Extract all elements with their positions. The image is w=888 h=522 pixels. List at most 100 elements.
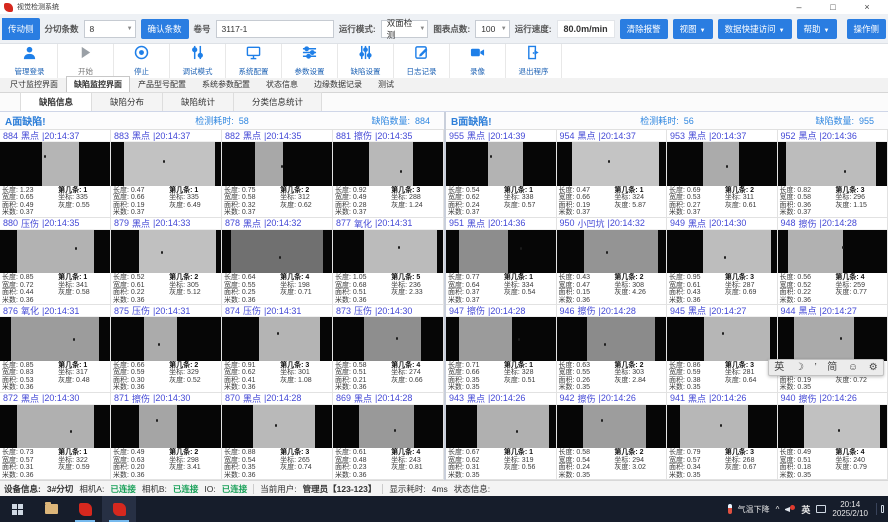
roll-number-label: 卷号 (194, 23, 211, 35)
defect-cell[interactable]: 881擦伤|20:14:35长度: 0.92宽度: 0.49面积: 0.28米数… (333, 130, 444, 218)
language-indicator[interactable]: 英 (801, 503, 810, 516)
chart-points-select[interactable]: 100 ▼ (475, 20, 510, 38)
view-menu-button[interactable]: 视图▼ (673, 19, 713, 39)
defect-cell[interactable]: 882黑点|20:14:35长度: 0.75宽度: 0.58面积: 0.32米数… (222, 130, 333, 218)
defect-cell[interactable]: 874压伤|20:14:31长度: 0.91宽度: 0.62面积: 0.41米数… (222, 305, 333, 393)
defect-cell[interactable]: 948擦伤|20:14:28长度: 0.56宽度: 0.52面积: 0.22米数… (778, 218, 888, 306)
defect-meter: 米数: 0.35 (780, 472, 836, 479)
defect-sliders-button[interactable]: 缺陷设置 (338, 44, 394, 78)
main-tab-3[interactable]: 产品型号配置 (130, 76, 194, 92)
tray-expand-caret[interactable]: ^ (776, 505, 780, 514)
defect-cell[interactable]: 940擦伤|20:14:26长度: 0.49宽度: 0.51面积: 0.18米数… (778, 393, 888, 481)
main-tab-2[interactable]: 缺陷监控界面 (66, 76, 130, 92)
defect-cell[interactable]: 952黑点|20:14:36长度: 0.82宽度: 0.58面积: 0.36米数… (778, 130, 888, 218)
defect-area: 面积: 0.22 (780, 289, 836, 296)
debug-sliders-button[interactable]: 调试模式 (170, 44, 226, 78)
sub-tab-3[interactable]: 缺陷统计 (163, 92, 234, 112)
title-bar: 视觉检测系统 – □ × (0, 0, 888, 14)
ime-punctuation-icon[interactable]: ’ (814, 360, 816, 375)
exit-door-button[interactable]: 退出程序 (506, 44, 562, 78)
ime-keyboard-icon[interactable] (816, 505, 826, 513)
defect-cell[interactable]: 870黑点|20:14:28长度: 0.88宽度: 0.54面积: 0.35米数… (222, 393, 333, 481)
defect-cell[interactable]: 873压伤|20:14:30长度: 0.58宽度: 0.51面积: 0.21米数… (333, 305, 444, 393)
volume-alert-icon[interactable] (785, 505, 795, 514)
sub-tab-4[interactable]: 分类信息统计 (234, 92, 322, 112)
defect-cell[interactable]: 951黑点|20:14:36长度: 0.77宽度: 0.64面积: 0.37米数… (446, 218, 557, 306)
defect-cell[interactable]: 945黑点|20:14:27长度: 0.86宽度: 0.59面积: 0.38米数… (667, 305, 778, 393)
taskbar-app-button[interactable] (68, 496, 102, 522)
defect-id: 882 (225, 131, 240, 141)
quick-access-menu-button[interactable]: 数据快捷访问▼ (718, 19, 792, 39)
defect-cell[interactable]: 878黑点|20:14:32长度: 0.64宽度: 0.55面积: 0.25米数… (222, 218, 333, 306)
confirm-count-button[interactable]: 确认条数 (141, 19, 189, 39)
param-sliders-button[interactable]: 参数设置 (282, 44, 338, 78)
run-mode-select[interactable]: 双面检测 ▼ (381, 20, 429, 38)
defect-cell[interactable]: 942擦伤|20:14:26长度: 0.58宽度: 0.54面积: 0.24米数… (557, 393, 668, 481)
defect-cell[interactable]: 955黑点|20:14:39长度: 0.54宽度: 0.62面积: 0.24米数… (446, 130, 557, 218)
defect-cell[interactable]: 877氧化|20:14:31长度: 1.05宽度: 0.68面积: 0.51米数… (333, 218, 444, 306)
defect-cell[interactable]: 869黑点|20:14:28长度: 0.61宽度: 0.48面积: 0.23米数… (333, 393, 444, 481)
defect-image (111, 230, 221, 274)
defect-cell[interactable]: 947擦伤|20:14:28长度: 0.71宽度: 0.66面积: 0.35米数… (446, 305, 557, 393)
action-center-button[interactable] (876, 503, 884, 515)
defect-stats: 长度: 0.82宽度: 0.58面积: 0.36米数: 0.37第几条: 3坐标… (778, 186, 888, 217)
main-tab-1[interactable]: 尺寸监控界面 (2, 76, 66, 92)
ime-settings-gear-icon[interactable]: ⚙ (869, 360, 878, 375)
split-count-select[interactable]: 8 ▼ (84, 20, 136, 38)
roll-number-input[interactable]: 3117-1 (216, 20, 334, 38)
defect-cell[interactable]: 871擦伤|20:14:30长度: 0.49宽度: 0.63面积: 0.20米数… (111, 393, 222, 481)
defect-cell[interactable]: 884黑点|20:14:37长度: 1.23宽度: 0.65面积: 0.49米数… (0, 130, 111, 218)
system-monitor-button[interactable]: 系统配置 (226, 44, 282, 78)
ime-simplified-mode[interactable]: 简 (827, 360, 837, 375)
main-tab-4[interactable]: 系统参数配置 (194, 76, 258, 92)
minimize-button[interactable]: – (782, 1, 816, 14)
sub-tab-2[interactable]: 缺陷分布 (92, 92, 163, 112)
defect-cell[interactable]: 944黑点|20:14:27长度: 0.52宽度: 0.49面积: 0.19米数… (778, 305, 888, 393)
main-tab-6[interactable]: 边缘数据记录 (306, 76, 370, 92)
defect-cell[interactable]: 883黑点|20:14:37长度: 0.47宽度: 0.66面积: 0.19米数… (111, 130, 222, 218)
defect-cell[interactable]: 879黑点|20:14:33长度: 0.52宽度: 0.61面积: 0.22米数… (111, 218, 222, 306)
defect-cell-header: 882黑点|20:14:35 (222, 130, 332, 142)
defect-width: 宽度: 0.49 (335, 194, 391, 201)
stop-record-button[interactable]: 停止 (114, 44, 170, 78)
ime-moon-icon[interactable]: ☽ (795, 360, 804, 375)
close-button[interactable]: × (850, 1, 884, 14)
start-play-button[interactable]: 开始 (58, 44, 114, 78)
operator-side-button[interactable]: 操作侧 (847, 19, 887, 39)
defect-cell[interactable]: 876氧化|20:14:31长度: 0.85宽度: 0.83面积: 0.53米数… (0, 305, 111, 393)
log-edit-button[interactable]: 日志记录 (394, 44, 450, 78)
clear-alarm-button[interactable]: 清除报警 (620, 19, 668, 39)
start-button[interactable] (0, 496, 34, 522)
taskbar-clock[interactable]: 20:14 2025/2/10 (832, 500, 868, 518)
defect-cell[interactable]: 950小凹坑|20:14:32长度: 0.43宽度: 0.47面积: 0.15米… (557, 218, 668, 306)
defect-gray-level: 灰度: 3.41 (169, 464, 221, 471)
defect-cell[interactable]: 943黑点|20:14:26长度: 0.67宽度: 0.62面积: 0.31米数… (446, 393, 557, 481)
main-tab-7[interactable]: 测试 (370, 76, 402, 92)
weather-text[interactable]: 气温下降 (738, 504, 770, 515)
maximize-button[interactable]: □ (816, 1, 850, 14)
defect-cell[interactable]: 953黑点|20:14:37长度: 0.69宽度: 0.53面积: 0.27米数… (667, 130, 778, 218)
ime-emoji-icon[interactable]: ☺ (848, 360, 858, 375)
defect-cell[interactable]: 875压伤|20:14:31长度: 0.66宽度: 0.59面积: 0.30米数… (111, 305, 222, 393)
help-menu-button[interactable]: 帮助▼ (797, 19, 837, 39)
user-login-button[interactable]: 管理登录 (2, 44, 58, 78)
camera-button[interactable]: 录像 (450, 44, 506, 78)
drive-side-button[interactable]: 传动侧 (2, 18, 40, 40)
defect-time: |20:14:33 (153, 218, 190, 228)
defect-cell[interactable]: 872黑点|20:14:30长度: 0.73宽度: 0.57面积: 0.31米数… (0, 393, 111, 481)
file-explorer-button[interactable] (34, 496, 68, 522)
defect-cell[interactable]: 946擦伤|20:14:28长度: 0.63宽度: 0.55面积: 0.26米数… (557, 305, 668, 393)
main-tab-5[interactable]: 状态信息 (258, 76, 306, 92)
defect-cell[interactable]: 949黑点|20:14:30长度: 0.95宽度: 0.61面积: 0.43米数… (667, 218, 778, 306)
defect-cell[interactable]: 941黑点|20:14:26长度: 0.79宽度: 0.57面积: 0.34米数… (667, 393, 778, 481)
defect-id: 949 (670, 218, 685, 228)
sub-tab-1[interactable]: 缺陷信息 (20, 92, 92, 112)
ime-english-mode[interactable]: 英 (774, 360, 784, 375)
taskbar-app-button-active[interactable] (102, 496, 136, 522)
defect-cell[interactable]: 954黑点|20:14:37长度: 0.47宽度: 0.66面积: 0.19米数… (557, 130, 668, 218)
defect-stats: 长度: 0.56宽度: 0.52面积: 0.22米数: 0.36第几条: 4坐标… (778, 273, 888, 304)
defect-cell[interactable]: 880压伤|20:14:35长度: 0.85宽度: 0.72面积: 0.44米数… (0, 218, 111, 306)
ime-toolbar[interactable]: 英 ☽ ’ 简 ☺ ⚙ (768, 359, 884, 376)
defect-area: 面积: 0.22 (113, 289, 169, 296)
icon-toolbar: 管理登录开始停止调试模式系统配置参数设置缺陷设置日志记录录像退出程序 (0, 44, 888, 78)
